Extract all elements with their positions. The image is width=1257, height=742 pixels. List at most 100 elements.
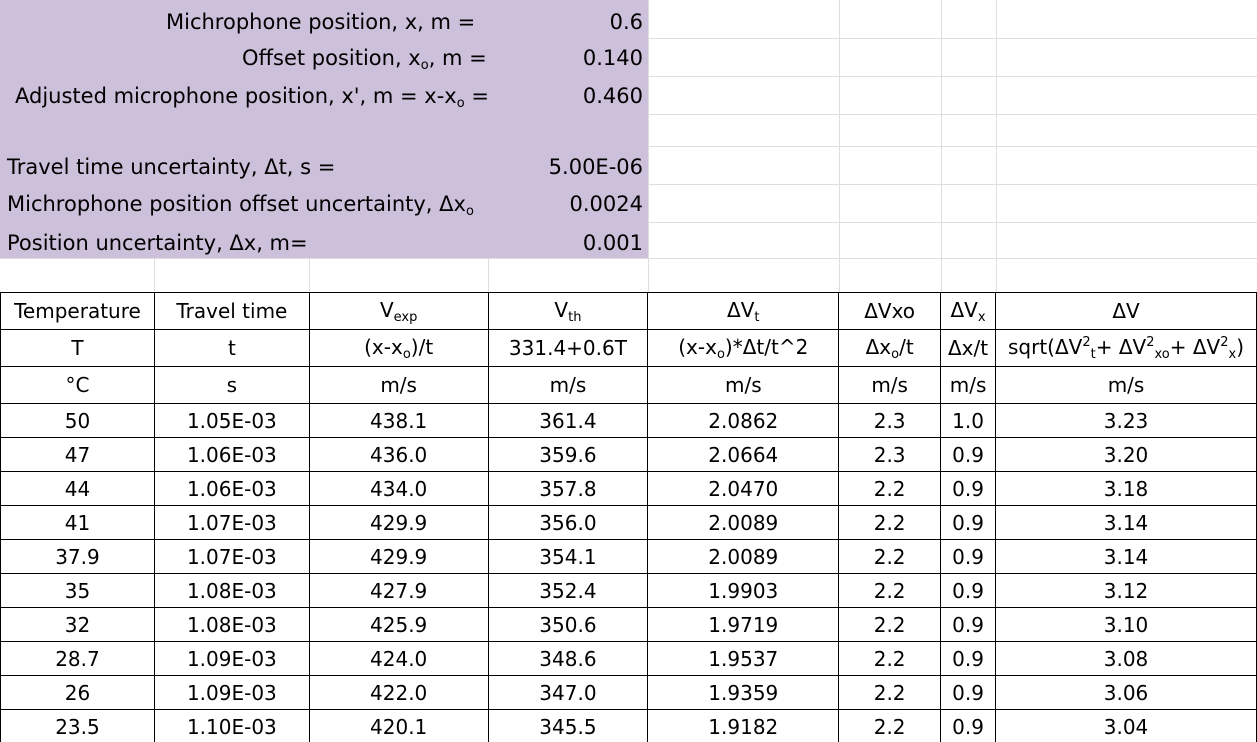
table-cell[interactable]: 356.0	[487, 505, 649, 540]
header-dvt[interactable]: ΔVt	[647, 292, 840, 330]
table-cell[interactable]: 0.9	[940, 607, 997, 642]
table-cell[interactable]: 1.05E-03	[153, 403, 310, 438]
table-cell[interactable]: 2.0089	[647, 505, 840, 540]
table-cell[interactable]: 0.9	[940, 539, 997, 574]
table-cell[interactable]: 436.0	[308, 437, 489, 472]
table-cell[interactable]: 3.10	[995, 607, 1257, 642]
table-cell[interactable]: 3.18	[995, 471, 1257, 506]
formula-dv[interactable]: sqrt(ΔV2t+ ΔV2xo+ ΔV2x)	[995, 329, 1257, 367]
table-cell[interactable]: 434.0	[308, 471, 489, 506]
table-cell[interactable]: 1.08E-03	[153, 607, 310, 642]
table-cell[interactable]: 26	[0, 675, 155, 710]
table-cell[interactable]: 352.4	[487, 573, 649, 608]
table-cell[interactable]: 2.3	[838, 437, 942, 472]
formula-vth[interactable]: 331.4+0.6T	[487, 329, 649, 367]
formula-temperature[interactable]: T	[0, 329, 155, 367]
unit-cell[interactable]: m/s	[838, 366, 942, 404]
table-cell[interactable]: 37.9	[0, 539, 155, 574]
table-cell[interactable]: 2.0470	[647, 471, 840, 506]
spreadsheet-sheet[interactable]: Michrophone position, x, m = 0.6 Offset …	[0, 0, 1257, 742]
unit-cell[interactable]: m/s	[487, 366, 649, 404]
table-cell[interactable]: 429.9	[308, 505, 489, 540]
table-cell[interactable]: 354.1	[487, 539, 649, 574]
table-cell[interactable]: 0.9	[940, 471, 997, 506]
table-cell[interactable]: 1.09E-03	[153, 641, 310, 676]
unit-cell[interactable]: °C	[0, 366, 155, 404]
table-cell[interactable]: 3.08	[995, 641, 1257, 676]
table-cell[interactable]: 1.9719	[647, 607, 840, 642]
table-cell[interactable]: 1.08E-03	[153, 573, 310, 608]
table-cell[interactable]: 2.2	[838, 573, 942, 608]
header-temperature[interactable]: Temperature	[0, 292, 155, 330]
table-cell[interactable]: 1.07E-03	[153, 539, 310, 574]
param-value-mic-position[interactable]: 0.6	[610, 10, 643, 34]
formula-dvt[interactable]: (x-xo)*Δt/t^2	[647, 329, 840, 367]
formula-dvxo[interactable]: Δxo/t	[838, 329, 942, 367]
table-cell[interactable]: 0.9	[940, 437, 997, 472]
table-cell[interactable]: 23.5	[0, 709, 155, 742]
table-cell[interactable]: 0.9	[940, 505, 997, 540]
header-dv[interactable]: ΔV	[995, 292, 1257, 330]
table-cell[interactable]: 1.9537	[647, 641, 840, 676]
table-cell[interactable]: 1.9903	[647, 573, 840, 608]
header-vexp[interactable]: Vexp	[308, 292, 489, 330]
table-cell[interactable]: 50	[0, 403, 155, 438]
table-cell[interactable]: 3.23	[995, 403, 1257, 438]
table-cell[interactable]: 3.20	[995, 437, 1257, 472]
table-cell[interactable]: 429.9	[308, 539, 489, 574]
table-cell[interactable]: 345.5	[487, 709, 649, 742]
table-cell[interactable]: 41	[0, 505, 155, 540]
header-dvx[interactable]: ΔVx	[940, 292, 997, 330]
table-cell[interactable]: 2.0089	[647, 539, 840, 574]
table-cell[interactable]: 2.2	[838, 505, 942, 540]
unit-cell[interactable]: m/s	[647, 366, 840, 404]
table-cell[interactable]: 350.6	[487, 607, 649, 642]
table-cell[interactable]: 1.07E-03	[153, 505, 310, 540]
param-value-adjusted-position[interactable]: 0.460	[583, 84, 643, 108]
unit-cell[interactable]: m/s	[308, 366, 489, 404]
unit-cell[interactable]: m/s	[940, 366, 997, 404]
table-cell[interactable]: 2.2	[838, 607, 942, 642]
table-cell[interactable]: 3.12	[995, 573, 1257, 608]
table-cell[interactable]: 35	[0, 573, 155, 608]
table-cell[interactable]: 2.2	[838, 709, 942, 742]
table-cell[interactable]: 348.6	[487, 641, 649, 676]
formula-vexp[interactable]: (x-xo)/t	[308, 329, 489, 367]
table-cell[interactable]: 3.14	[995, 539, 1257, 574]
table-cell[interactable]: 425.9	[308, 607, 489, 642]
table-cell[interactable]: 438.1	[308, 403, 489, 438]
table-cell[interactable]: 3.04	[995, 709, 1257, 742]
table-cell[interactable]: 420.1	[308, 709, 489, 742]
table-cell[interactable]: 2.2	[838, 641, 942, 676]
table-cell[interactable]: 0.9	[940, 641, 997, 676]
header-dvxo[interactable]: ΔVxo	[838, 292, 942, 330]
table-cell[interactable]: 427.9	[308, 573, 489, 608]
table-cell[interactable]: 1.10E-03	[153, 709, 310, 742]
unit-cell[interactable]: m/s	[995, 366, 1257, 404]
header-travel-time[interactable]: Travel time	[153, 292, 310, 330]
table-cell[interactable]: 2.0862	[647, 403, 840, 438]
table-cell[interactable]: 2.2	[838, 471, 942, 506]
table-cell[interactable]: 0.9	[940, 573, 997, 608]
table-cell[interactable]: 47	[0, 437, 155, 472]
table-cell[interactable]: 347.0	[487, 675, 649, 710]
table-cell[interactable]: 1.9182	[647, 709, 840, 742]
table-cell[interactable]: 357.8	[487, 471, 649, 506]
table-cell[interactable]: 1.0	[940, 403, 997, 438]
formula-travel-time[interactable]: t	[153, 329, 310, 367]
table-cell[interactable]: 359.6	[487, 437, 649, 472]
formula-dvx[interactable]: Δx/t	[940, 329, 997, 367]
table-cell[interactable]: 2.3	[838, 403, 942, 438]
table-cell[interactable]: 44	[0, 471, 155, 506]
table-cell[interactable]: 0.9	[940, 709, 997, 742]
table-cell[interactable]: 422.0	[308, 675, 489, 710]
table-cell[interactable]: 3.06	[995, 675, 1257, 710]
table-cell[interactable]: 361.4	[487, 403, 649, 438]
table-cell[interactable]: 1.9359	[647, 675, 840, 710]
table-cell[interactable]: 2.0664	[647, 437, 840, 472]
param-value-position-uncertainty[interactable]: 0.001	[583, 231, 643, 255]
table-cell[interactable]: 2.2	[838, 675, 942, 710]
table-cell[interactable]: 1.06E-03	[153, 471, 310, 506]
param-value-offset-uncertainty[interactable]: 0.0024	[570, 192, 643, 216]
unit-cell[interactable]: s	[153, 366, 310, 404]
